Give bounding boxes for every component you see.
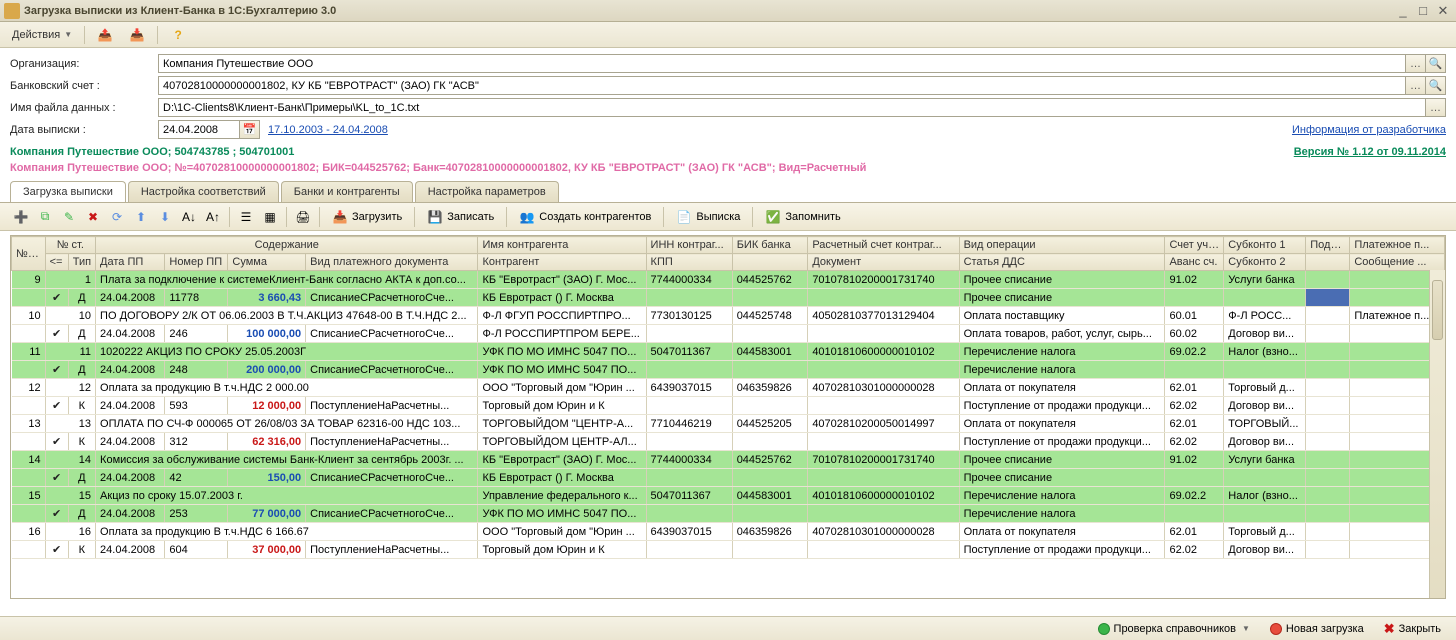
date-input[interactable] — [158, 120, 240, 139]
grid-header[interactable]: № п/п № ст. Содержание Имя контрагента И… — [12, 237, 1445, 271]
statement-button[interactable]: 📄Выписка — [669, 206, 747, 228]
org-label: Организация: — [10, 58, 158, 70]
table-row[interactable]: ✔К24.04.200859312 000,00ПоступлениеНаРас… — [12, 397, 1445, 415]
table-row[interactable]: 1212Оплата за продукцию В т.ч.НДС 2 000.… — [12, 379, 1445, 397]
table-row[interactable]: ✔К24.04.200831262 316,00ПоступлениеНаРас… — [12, 433, 1445, 451]
app-icon — [4, 3, 20, 19]
copy-icon[interactable]: ⧉ — [34, 206, 56, 228]
titlebar: Загрузка выписки из Клиент-Банка в 1С:Бу… — [0, 0, 1456, 22]
account-search-icon[interactable]: 🔍 — [1426, 76, 1446, 95]
remember-button[interactable]: ✅Запомнить — [758, 206, 847, 228]
file-label: Имя файла данных : — [10, 102, 158, 114]
close-app-button[interactable]: ✖Закрыть — [1377, 618, 1448, 640]
period-link[interactable]: 17.10.2003 - 24.04.2008 — [268, 124, 388, 136]
edit-icon[interactable]: ✎ — [58, 206, 80, 228]
table-row[interactable]: 91Плата за подключение к системеКлиент-Б… — [12, 271, 1445, 289]
window-title: Загрузка выписки из Клиент-Банка в 1С:Бу… — [24, 5, 1394, 17]
grid-icon[interactable]: ▦ — [259, 206, 281, 228]
file-input[interactable] — [158, 98, 1426, 117]
org-input[interactable] — [158, 54, 1406, 73]
tab-banks[interactable]: Банки и контрагенты — [281, 181, 413, 202]
refresh-icon[interactable]: ⟳ — [106, 206, 128, 228]
tab-load[interactable]: Загрузка выписки — [10, 181, 126, 202]
account-picker[interactable]: … — [1406, 76, 1426, 95]
table-row[interactable]: ✔Д24.04.2008246100 000,00СписаниеСРасчет… — [12, 325, 1445, 343]
close-button[interactable]: ✕ — [1434, 3, 1452, 19]
print-icon[interactable]: 🖨 — [292, 206, 314, 228]
version-link[interactable]: Версия № 1.12 от 09.11.2014 — [1294, 146, 1446, 158]
export-icon[interactable]: 📤 — [91, 25, 119, 45]
data-grid[interactable]: № п/п № ст. Содержание Имя контрагента И… — [10, 235, 1446, 599]
table-row[interactable]: ✔К24.04.200860437 000,00ПоступлениеНаРас… — [12, 541, 1445, 559]
list-icon[interactable]: ☰ — [235, 206, 257, 228]
table-row[interactable]: 11111020222 АКЦИЗ ПО СРОКУ 25.05.2003ГУФ… — [12, 343, 1445, 361]
tab-mapping[interactable]: Настройка соответствий — [128, 181, 279, 202]
table-row[interactable]: ✔Д24.04.200842150,00СписаниеСРасчетногоС… — [12, 469, 1445, 487]
load-button[interactable]: 📥Загрузить — [325, 206, 409, 228]
check-refs-button[interactable]: Проверка справочников▼ — [1091, 620, 1257, 638]
account-input[interactable] — [158, 76, 1406, 95]
maximize-button[interactable]: □ — [1414, 3, 1432, 19]
table-row[interactable]: 1010ПО ДОГОВОРУ 2/К ОТ 06.06.2003 В Т.Ч.… — [12, 307, 1445, 325]
save-button[interactable]: 💾Записать — [420, 206, 501, 228]
tab-bar: Загрузка выписки Настройка соответствий … — [0, 181, 1456, 203]
move-down-icon[interactable]: ⬇ — [154, 206, 176, 228]
minimize-button[interactable]: _ — [1394, 3, 1412, 19]
account-info-line: Компания Путешествие ООО; №=407028100000… — [0, 160, 1456, 180]
org-search-icon[interactable]: 🔍 — [1426, 54, 1446, 73]
actions-menu[interactable]: Действия▼ — [6, 27, 78, 43]
table-row[interactable]: 1616Оплата за продукцию В т.ч.НДС 6 166.… — [12, 523, 1445, 541]
date-calendar-icon[interactable]: 📅 — [240, 120, 260, 139]
table-row[interactable]: ✔Д24.04.2008117783 660,43СписаниеСРасчет… — [12, 289, 1445, 307]
sort-asc-icon[interactable]: A↓ — [178, 206, 200, 228]
developer-info-link[interactable]: Информация от разработчика — [1292, 124, 1446, 136]
table-row[interactable]: ✔Д24.04.2008248200 000,00СписаниеСРасчет… — [12, 361, 1445, 379]
org-info-line: Компания Путешествие ООО; 504743785 ; 50… — [0, 144, 1456, 160]
action-bar: Действия▼ 📤 📥 ? — [0, 22, 1456, 48]
delete-icon[interactable]: ✖ — [82, 206, 104, 228]
help-icon[interactable]: ? — [164, 25, 192, 45]
import-icon[interactable]: 📥 — [123, 25, 151, 45]
create-contragents-button[interactable]: 👥Создать контрагентов — [512, 206, 658, 228]
table-row[interactable]: ✔Д24.04.200825377 000,00СписаниеСРасчетн… — [12, 505, 1445, 523]
vertical-scrollbar[interactable] — [1429, 270, 1445, 598]
grid-toolbar: ➕ ⧉ ✎ ✖ ⟳ ⬆ ⬇ A↓ A↑ ☰ ▦ 🖨 📥Загрузить 💾За… — [0, 203, 1456, 231]
add-icon[interactable]: ➕ — [10, 206, 32, 228]
form-area: Организация: … 🔍 Банковский счет : … 🔍 И… — [0, 48, 1456, 144]
file-picker[interactable]: … — [1426, 98, 1446, 117]
date-label: Дата выписки : — [10, 124, 158, 136]
table-row[interactable]: 1414Комиссия за обслуживание системы Бан… — [12, 451, 1445, 469]
account-label: Банковский счет : — [10, 80, 158, 92]
tab-params[interactable]: Настройка параметров — [415, 181, 559, 202]
move-up-icon[interactable]: ⬆ — [130, 206, 152, 228]
table-row[interactable]: 1313ОПЛАТА ПО СЧ-Ф 000065 ОТ 26/08/03 ЗА… — [12, 415, 1445, 433]
org-picker[interactable]: … — [1406, 54, 1426, 73]
new-load-button[interactable]: Новая загрузка — [1263, 620, 1371, 638]
table-row[interactable]: 1515Акциз по сроку 15.07.2003 г.Управлен… — [12, 487, 1445, 505]
sort-desc-icon[interactable]: A↑ — [202, 206, 224, 228]
status-bar: Проверка справочников▼ Новая загрузка ✖З… — [0, 616, 1456, 640]
